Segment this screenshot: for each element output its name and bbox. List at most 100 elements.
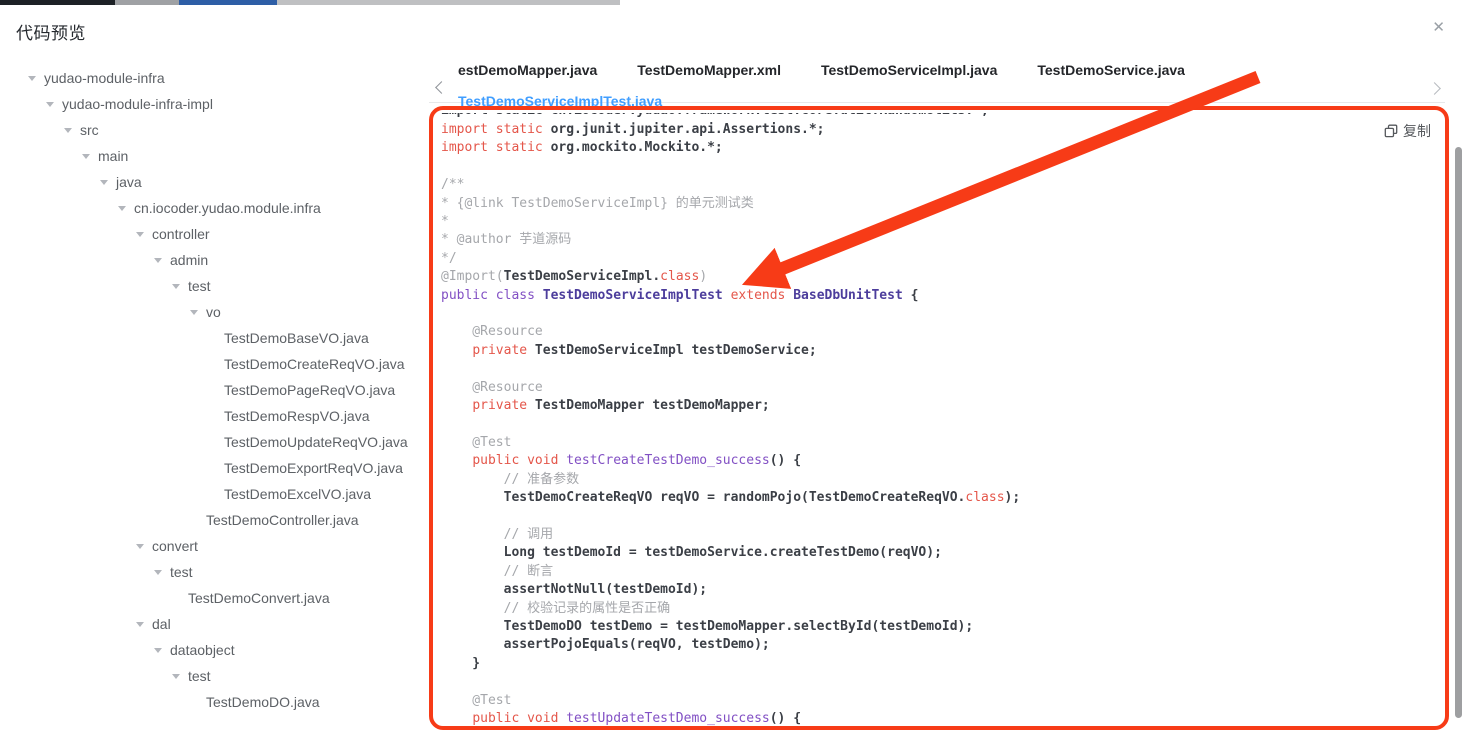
browser-chrome-strip [0,0,1469,5]
tab-estDemoMapper.java[interactable]: estDemoMapper.java [458,56,597,87]
tree-node[interactable]: yudao-module-infra-impl [28,91,428,117]
code-token: /** [441,177,464,192]
code-line: @Resource [441,379,1445,397]
code-token: extends [723,288,793,303]
tabs-prev-icon[interactable] [435,81,448,94]
caret-down-icon[interactable] [190,310,198,315]
code-line: // 校验记录的属性是否正确 [441,600,1445,618]
tree-node[interactable]: TestDemoDO.java [28,689,428,715]
tree-node[interactable]: convert [28,533,428,559]
tree-node-label: TestDemoPageReqVO.java [224,382,395,398]
code-line: assertPojoEquals(reqVO, testDemo); [441,636,1445,654]
code-content: import static cn.iocoder.yudao.framework… [441,113,1445,730]
code-line [441,673,1445,691]
code-line: import static org.mockito.Mockito.*; [441,139,1445,157]
tree-node[interactable]: main [28,143,428,169]
code-token: // 断言 [441,564,553,579]
code-token: * [441,214,449,229]
code-token: class [965,490,1004,505]
code-token: public void [472,453,566,468]
tree-node-label: cn.iocoder.yudao.module.infra [134,200,321,216]
code-token: @Test [441,693,511,708]
code-token: ) [699,269,707,284]
tab-TestDemoServiceImpl.java[interactable]: TestDemoServiceImpl.java [821,56,997,87]
code-token [441,453,472,468]
code-line: assertNotNull(testDemoId); [441,581,1445,599]
code-token: TestDemoServiceImpl testDemoService; [527,343,817,358]
dialog-title: 代码预览 [16,19,86,44]
code-token: assertPojoEquals(reqVO, testDemo); [441,637,770,652]
caret-down-icon[interactable] [154,648,162,653]
tree-node[interactable]: TestDemoUpdateReqVO.java [28,429,428,455]
caret-down-icon[interactable] [154,570,162,575]
code-token: public void [472,711,566,726]
code-line: @Import(TestDemoServiceImpl.class) [441,268,1445,286]
tree-node[interactable]: TestDemoCreateReqVO.java [28,351,428,377]
tree-node[interactable]: test [28,663,428,689]
tree-node[interactable]: TestDemoRespVO.java [28,403,428,429]
code-token: import static [441,122,543,137]
code-token: @Resource [441,380,543,395]
tree-node[interactable]: cn.iocoder.yudao.module.infra [28,195,428,221]
code-line: TestDemoCreateReqVO reqVO = randomPojo(T… [441,489,1445,507]
code-line [441,305,1445,323]
chrome-segment [115,0,179,5]
caret-down-icon[interactable] [118,206,126,211]
tree-node[interactable]: vo [28,299,428,325]
caret-down-icon[interactable] [136,622,144,627]
caret-down-icon[interactable] [172,284,180,289]
file-tree: yudao-module-infrayudao-module-infra-imp… [28,65,428,715]
code-line [441,360,1445,378]
code-token: private [472,398,527,413]
code-token: testUpdateTestDemo_success [566,711,770,726]
copy-button[interactable]: 复制 [1384,121,1431,141]
tree-node[interactable]: yudao-module-infra [28,65,428,91]
caret-down-icon[interactable] [82,154,90,159]
code-line: * {@link TestDemoServiceImpl} 的单元测试类 [441,195,1445,213]
caret-down-icon[interactable] [136,232,144,237]
tree-node[interactable]: test [28,559,428,585]
caret-down-icon[interactable] [154,258,162,263]
code-token: @Test [441,435,511,450]
tree-node[interactable]: TestDemoBaseVO.java [28,325,428,351]
code-line: */ [441,250,1445,268]
chrome-segment [277,0,620,5]
tree-node[interactable]: TestDemoExportReqVO.java [28,455,428,481]
code-token: org.mockito.Mockito.*; [543,140,723,155]
tree-node[interactable]: test [28,273,428,299]
caret-down-icon[interactable] [64,128,72,133]
code-panel: 复制 import static cn.iocoder.yudao.framew… [429,106,1449,730]
caret-down-icon[interactable] [100,180,108,185]
tree-node[interactable]: dal [28,611,428,637]
code-token: TestDemoCreateReqVO reqVO = randomPojo(T… [441,490,965,505]
scrollbar-thumb[interactable] [1455,147,1462,718]
tab-TestDemoMapper.xml[interactable]: TestDemoMapper.xml [637,56,781,87]
tree-node[interactable]: java [28,169,428,195]
tree-node-label: src [80,122,99,138]
code-token: * @author 芋道源码 [441,232,571,247]
tree-node[interactable]: TestDemoController.java [28,507,428,533]
code-token: * {@link TestDemoServiceImpl} 的单元测试类 [441,196,754,211]
code-line: @Resource [441,323,1445,341]
tree-node[interactable]: TestDemoPageReqVO.java [28,377,428,403]
caret-down-icon[interactable] [136,544,144,549]
tree-node[interactable]: src [28,117,428,143]
code-line [441,158,1445,176]
tree-node-label: TestDemoBaseVO.java [224,330,369,346]
tree-node[interactable]: dataobject [28,637,428,663]
tree-node[interactable]: TestDemoExcelVO.java [28,481,428,507]
tree-node[interactable]: admin [28,247,428,273]
code-token: // 调用 [441,527,553,542]
tree-node[interactable]: controller [28,221,428,247]
caret-down-icon[interactable] [172,674,180,679]
tab-TestDemoService.java[interactable]: TestDemoService.java [1037,56,1185,87]
code-line [441,508,1445,526]
tree-node-label: convert [152,538,198,554]
code-line: private TestDemoMapper testDemoMapper; [441,397,1445,415]
code-line: import static org.junit.jupiter.api.Asse… [441,121,1445,139]
tree-node[interactable]: TestDemoConvert.java [28,585,428,611]
caret-down-icon[interactable] [28,76,36,81]
caret-down-icon[interactable] [46,102,54,107]
close-icon[interactable]: ✕ [1432,20,1445,35]
tree-node-label: dal [152,616,171,632]
